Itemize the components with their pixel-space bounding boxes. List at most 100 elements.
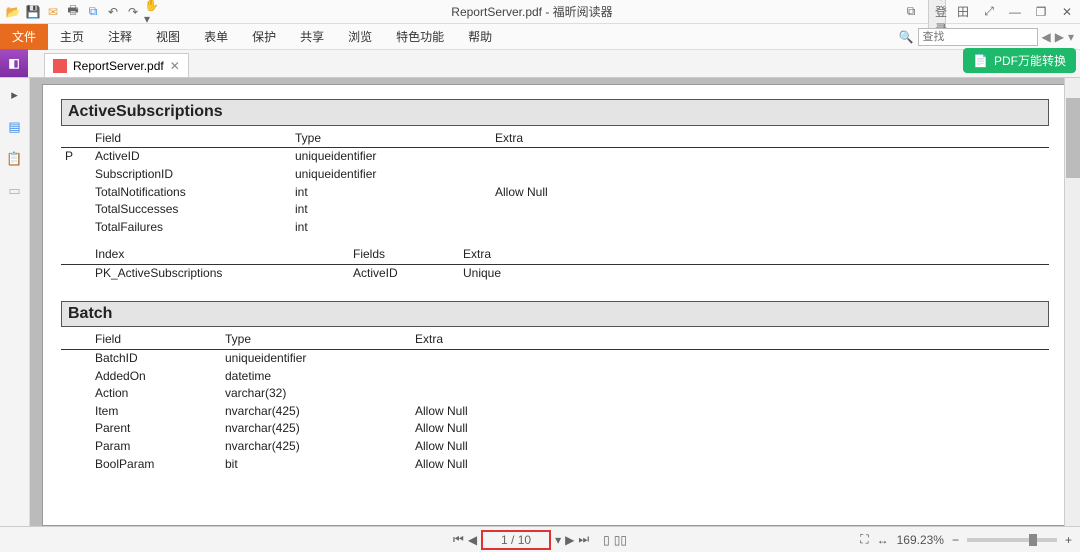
cell [411,349,1049,367]
vertical-scrollbar[interactable] [1064,78,1080,526]
cell: uniqueidentifier [291,148,491,166]
cell: AddedOn [91,368,221,386]
convert-icon: 📄 [973,54,988,68]
last-page-icon[interactable]: ⏭ [578,532,589,547]
note-icon[interactable]: ▭ [6,182,24,200]
mail-icon[interactable]: ✉ [44,3,62,21]
menu-share[interactable]: 共享 [288,24,336,49]
fit-width-icon[interactable]: ↔ [877,533,889,547]
next-page-icon[interactable]: ▶ [565,533,574,547]
page-thumb-icon[interactable]: ▤ [6,118,24,136]
table-fields-1: Field Type Extra PActiveIDuniqueidentifi… [61,130,1049,237]
folder-open-icon[interactable]: 📂 [4,3,22,21]
cell: ActiveID [349,264,459,282]
promo-banner[interactable]: 📄 PDF万能转换 [963,48,1076,73]
cell: TotalNotifications [91,184,291,202]
cell: Unique [459,264,1049,282]
prev-page-icon[interactable]: ◀ [468,533,477,547]
document-tab[interactable]: ReportServer.pdf ✕ [44,53,189,77]
workspace: ▸ ▤ 📋 ▭ ActiveSubscriptions Field Type E… [0,78,1080,526]
title-bar: 📂 💾 ✉ 🖶 ⧉ ↶ ↷ ✋▾ ReportServer.pdf - 福昕阅读… [0,0,1080,24]
cell: nvarchar(425) [221,420,411,438]
cell: int [291,201,491,219]
first-page-icon[interactable]: ⏮ [453,532,464,547]
bookmark-icon[interactable]: ⧉ [902,4,920,19]
close-button[interactable]: ✕ [1058,5,1076,19]
page-dropdown-icon[interactable]: ▾ [555,533,561,547]
zoom-in-icon[interactable]: + [1065,533,1072,547]
col-extra: Extra [491,130,1049,148]
menu-special[interactable]: 特色功能 [384,24,456,49]
clipboard-icon[interactable]: 📋 [6,150,24,168]
fit-page-icon[interactable]: ⛶ [860,532,868,547]
menu-bar: 文件 主页 注释 视图 表单 保护 共享 浏览 特色功能 帮助 🔍 ◀ ▶ ▾ [0,24,1080,50]
screenshot-icon[interactable]: ⧉ [84,3,102,21]
nav-pane-icon[interactable]: ▸ [6,86,24,104]
print-icon[interactable]: 🖶 [64,3,82,21]
zoom-slider[interactable] [967,538,1057,542]
cell: Param [91,438,221,456]
table-index-1: Index Fields Extra PK_ActiveSubscription… [61,246,1049,282]
col-type: Type [221,331,411,349]
menu-protect[interactable]: 保护 [240,24,288,49]
layout-icon[interactable]: 田 [954,3,972,20]
menu-view[interactable]: 视图 [144,24,192,49]
redo-icon[interactable]: ↷ [124,3,142,21]
cell: ActiveID [91,148,291,166]
cell: bit [221,456,411,474]
status-bar: ⏮ ◀ 1 / 10 ▾ ▶ ⏭ ▯ ▯▯ ⛶ ↔ 169.23% − + [0,526,1080,552]
undo-icon[interactable]: ↶ [104,3,122,21]
cell: datetime [221,368,411,386]
search-area: 🔍 ◀ ▶ ▾ [899,28,1074,46]
view-single-icon[interactable]: ▯ [603,533,610,547]
search-prev-icon[interactable]: ◀ [1042,30,1051,44]
menu-help[interactable]: 帮助 [456,24,504,49]
zoom-out-icon[interactable]: − [952,533,959,547]
maximize-button[interactable]: ❐ [1032,5,1050,19]
cell: Allow Null [411,420,1049,438]
quick-access-toolbar: 📂 💾 ✉ 🖶 ⧉ ↶ ↷ ✋▾ [4,3,162,21]
col-field: Field [91,331,221,349]
cell: Allow Null [411,438,1049,456]
col-p [61,130,91,148]
cell: Allow Null [491,184,1049,202]
cell [61,219,91,237]
cell [491,166,1049,184]
search-icon[interactable]: 🔍 [899,30,914,44]
page-viewport[interactable]: ActiveSubscriptions Field Type Extra PAc… [30,78,1080,526]
promo-text: PDF万能转换 [994,52,1066,69]
app-logo-icon[interactable]: ◧ [0,49,28,77]
cell [491,219,1049,237]
cell: Action [91,385,221,403]
col-index: Index [91,246,349,264]
cell: BoolParam [91,456,221,474]
cell: uniqueidentifier [291,166,491,184]
document-tab-strip: ◧ ReportServer.pdf ✕ [0,50,1080,78]
shrink-icon[interactable]: ⤢ [980,4,998,19]
menu-browse[interactable]: 浏览 [336,24,384,49]
save-icon[interactable]: 💾 [24,3,42,21]
page-nav: ⏮ ◀ 1 / 10 ▾ ▶ ⏭ ▯ ▯▯ [453,530,627,550]
ribbon-collapse-icon[interactable]: ▾ [1068,30,1074,44]
zoom-controls: ⛶ ↔ 169.23% − + [860,532,1072,547]
zoom-level[interactable]: 169.23% [897,533,944,547]
menu-file[interactable]: 文件 [0,24,48,50]
cell: nvarchar(425) [221,438,411,456]
scrollbar-thumb[interactable] [1066,98,1080,178]
menu-start[interactable]: 主页 [48,24,96,49]
tab-close-icon[interactable]: ✕ [170,59,180,73]
cell: uniqueidentifier [221,349,411,367]
col-fields: Fields [349,246,459,264]
cell [491,148,1049,166]
search-input[interactable] [918,28,1038,46]
page-number-box[interactable]: 1 / 10 [481,530,551,550]
page-number-text: 1 / 10 [501,533,531,547]
view-facing-icon[interactable]: ▯▯ [614,533,627,547]
col-type: Type [291,130,491,148]
search-next-icon[interactable]: ▶ [1055,30,1064,44]
hand-tool-icon[interactable]: ✋▾ [144,3,162,21]
cell: SubscriptionID [91,166,291,184]
minimize-button[interactable]: — [1006,5,1024,19]
menu-form[interactable]: 表单 [192,24,240,49]
menu-annotate[interactable]: 注释 [96,24,144,49]
